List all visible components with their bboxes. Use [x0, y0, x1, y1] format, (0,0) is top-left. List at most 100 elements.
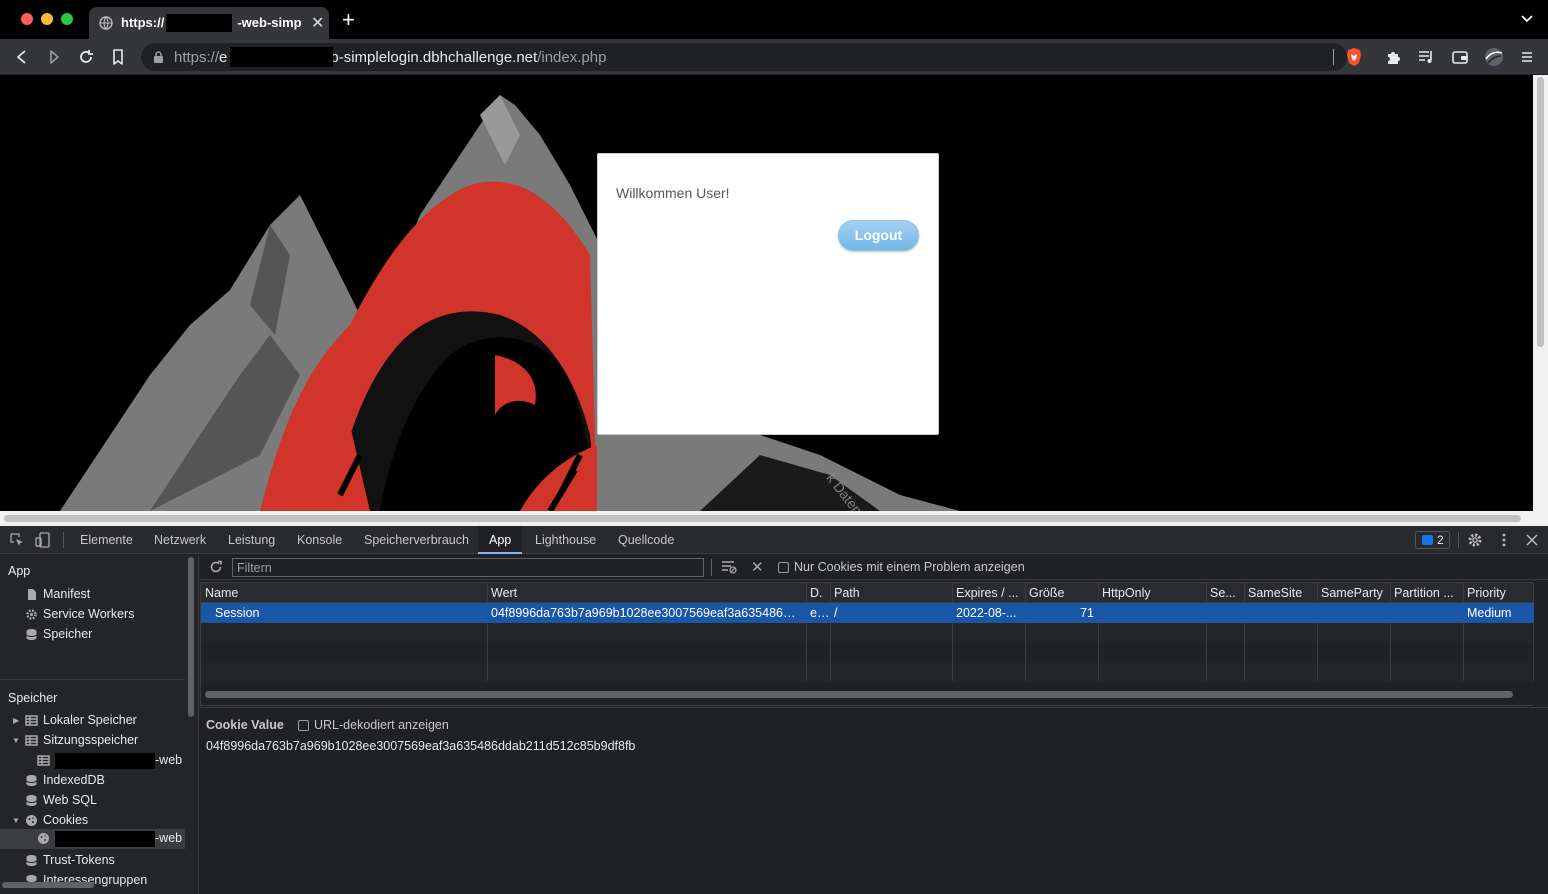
tab-elemente[interactable]: Elemente: [80, 533, 133, 547]
filter-input[interactable]: [232, 558, 704, 577]
extensions-icon[interactable]: [1385, 48, 1403, 66]
table-row-empty: [201, 623, 1534, 643]
column-header-samesite[interactable]: SameSite: [1244, 583, 1317, 603]
profile-avatar[interactable]: [1484, 47, 1504, 67]
redaction-mask: [55, 831, 155, 847]
sidebar-item-session-origin[interactable]: -web: [37, 751, 185, 771]
logout-button[interactable]: Logout: [838, 220, 919, 251]
tab-konsole[interactable]: Konsole: [297, 533, 342, 547]
tab-app[interactable]: App: [478, 526, 523, 554]
device-toolbar-icon[interactable]: [35, 532, 51, 548]
chevron-down-icon[interactable]: [1520, 14, 1534, 24]
collapse-arrow-icon[interactable]: ▼: [12, 816, 20, 825]
gear-icon[interactable]: [1467, 532, 1483, 548]
welcome-card: Willkommen User! Logout: [597, 153, 939, 435]
tab-quellcode[interactable]: Quellcode: [618, 533, 674, 547]
collapse-arrow-icon[interactable]: ▼: [12, 736, 20, 745]
new-tab-button[interactable]: +: [342, 9, 355, 31]
sidebar-item-label: Sitzungsspeicher: [43, 733, 139, 747]
tab-lighthouse[interactable]: Lighthouse: [535, 533, 596, 547]
sidebar-vertical-scrollbar[interactable]: [186, 555, 196, 885]
cookie-filter-bar: ✕ Nur Cookies mit einem Problem anzeigen: [200, 555, 1548, 580]
column-header-domain[interactable]: D.: [806, 583, 830, 603]
lock-icon[interactable]: [153, 51, 164, 63]
cookie-httponly-cell[interactable]: [1098, 603, 1206, 623]
column-header-sameparty[interactable]: SameParty: [1317, 583, 1390, 603]
wallet-icon[interactable]: [1451, 48, 1469, 66]
column-header-size[interactable]: Größe: [1025, 583, 1098, 603]
cookie-samesite-cell[interactable]: [1244, 603, 1317, 623]
expand-arrow-icon[interactable]: ▶: [13, 716, 19, 725]
tab-netzwerk[interactable]: Netzwerk: [154, 533, 206, 547]
minimize-window-button[interactable]: [41, 13, 53, 25]
tab-speicherverbrauch[interactable]: Speicherverbrauch: [364, 533, 469, 547]
sidebar-item-label: -web: [155, 831, 183, 845]
table-row-empty: [201, 663, 1534, 683]
cookie-value-text[interactable]: 04f8996da763b7a969b1028ee3007569eaf3a635…: [206, 739, 635, 753]
only-issues-label: Nur Cookies mit einem Problem anzeigen: [794, 560, 1025, 574]
cookie-icon: [38, 833, 49, 844]
media-playlist-icon[interactable]: [1417, 48, 1435, 66]
table-header: Name Wert D. Path Expires / ... Größe Ht…: [201, 583, 1534, 603]
scrollbar-thumb[interactable]: [4, 515, 1521, 522]
scrollbar-thumb[interactable]: [2, 882, 94, 888]
menu-icon[interactable]: [1518, 48, 1536, 66]
column-header-expires[interactable]: Expires / ...: [952, 583, 1025, 603]
sidebar-item-cookie-origin[interactable]: -web: [37, 829, 185, 849]
divider: [0, 679, 185, 680]
browser-tab-active[interactable]: https://-web-simpl ✕: [89, 7, 329, 39]
cookie-priority-cell[interactable]: Medium: [1463, 603, 1534, 623]
column-header-partition[interactable]: Partition ...: [1390, 583, 1463, 603]
delete-all-icon[interactable]: ✕: [751, 558, 764, 576]
cookie-domain-cell[interactable]: e...: [806, 603, 830, 623]
brave-shields-icon[interactable]: [1345, 47, 1363, 67]
only-issues-checkbox[interactable]: [778, 562, 789, 573]
cookie-size-cell[interactable]: 71: [1025, 603, 1098, 623]
page-vertical-scrollbar[interactable]: [1533, 75, 1548, 526]
database-icon: [26, 629, 37, 640]
cookie-expires-cell[interactable]: 2022-08-...: [952, 603, 1025, 623]
refresh-icon[interactable]: [209, 560, 223, 574]
column-header-path[interactable]: Path: [830, 583, 952, 603]
cookie-value-cell[interactable]: 04f8996da763b7a969b1028ee3007569eaf3a635…: [487, 603, 806, 623]
url-decode-checkbox[interactable]: [298, 720, 309, 731]
cookie-partition-cell[interactable]: [1390, 603, 1463, 623]
sidebar-item-label: Lokaler Speicher: [43, 713, 137, 727]
scrollbar-thumb[interactable]: [1537, 77, 1544, 347]
table-row[interactable]: Session 04f8996da763b7a969b1028ee3007569…: [201, 603, 1534, 623]
more-options-icon[interactable]: [1496, 532, 1512, 548]
column-header-priority[interactable]: Priority: [1463, 583, 1534, 603]
close-window-button[interactable]: [21, 13, 33, 25]
sidebar-item-label: Service Workers: [43, 607, 135, 621]
tab-leistung[interactable]: Leistung: [228, 533, 275, 547]
sidebar-item-label: Trust-Tokens: [43, 853, 115, 867]
zoom-window-button[interactable]: [61, 13, 73, 25]
back-icon[interactable]: [13, 48, 31, 66]
column-divider: [1206, 583, 1207, 681]
issues-counter-button[interactable]: 2: [1415, 531, 1450, 549]
address-bar[interactable]: https://e b-simplelogin.dbhchallenge.net/…: [141, 43, 1361, 71]
issues-count: 2: [1437, 533, 1444, 547]
column-header-name[interactable]: Name: [201, 583, 487, 603]
page-horizontal-scrollbar[interactable]: [0, 511, 1533, 526]
cookie-secure-cell[interactable]: [1206, 603, 1244, 623]
gear-icon: [26, 609, 37, 620]
column-header-value[interactable]: Wert: [487, 583, 806, 603]
divider: [711, 559, 712, 576]
close-icon[interactable]: [1524, 532, 1540, 548]
cookies-table: Name Wert D. Path Expires / ... Größe Ht…: [200, 582, 1534, 706]
bookmark-icon[interactable]: [109, 48, 127, 66]
inspect-element-icon[interactable]: [9, 532, 25, 548]
cookie-path-cell[interactable]: /: [830, 603, 952, 623]
clear-filtered-cookies-icon[interactable]: [721, 560, 737, 574]
column-header-secure[interactable]: Se...: [1206, 583, 1244, 603]
scrollbar-thumb[interactable]: [188, 557, 194, 717]
forward-icon[interactable]: [45, 48, 63, 66]
cookie-sameparty-cell[interactable]: [1317, 603, 1390, 623]
url-decode-label: URL-dekodiert anzeigen: [314, 718, 449, 732]
column-header-httponly[interactable]: HttpOnly: [1098, 583, 1206, 603]
reload-icon[interactable]: [77, 48, 95, 66]
close-tab-icon[interactable]: ✕: [311, 13, 324, 33]
table-horizontal-scrollbar[interactable]: [205, 691, 1513, 698]
cookie-name-cell[interactable]: Session: [211, 603, 487, 623]
